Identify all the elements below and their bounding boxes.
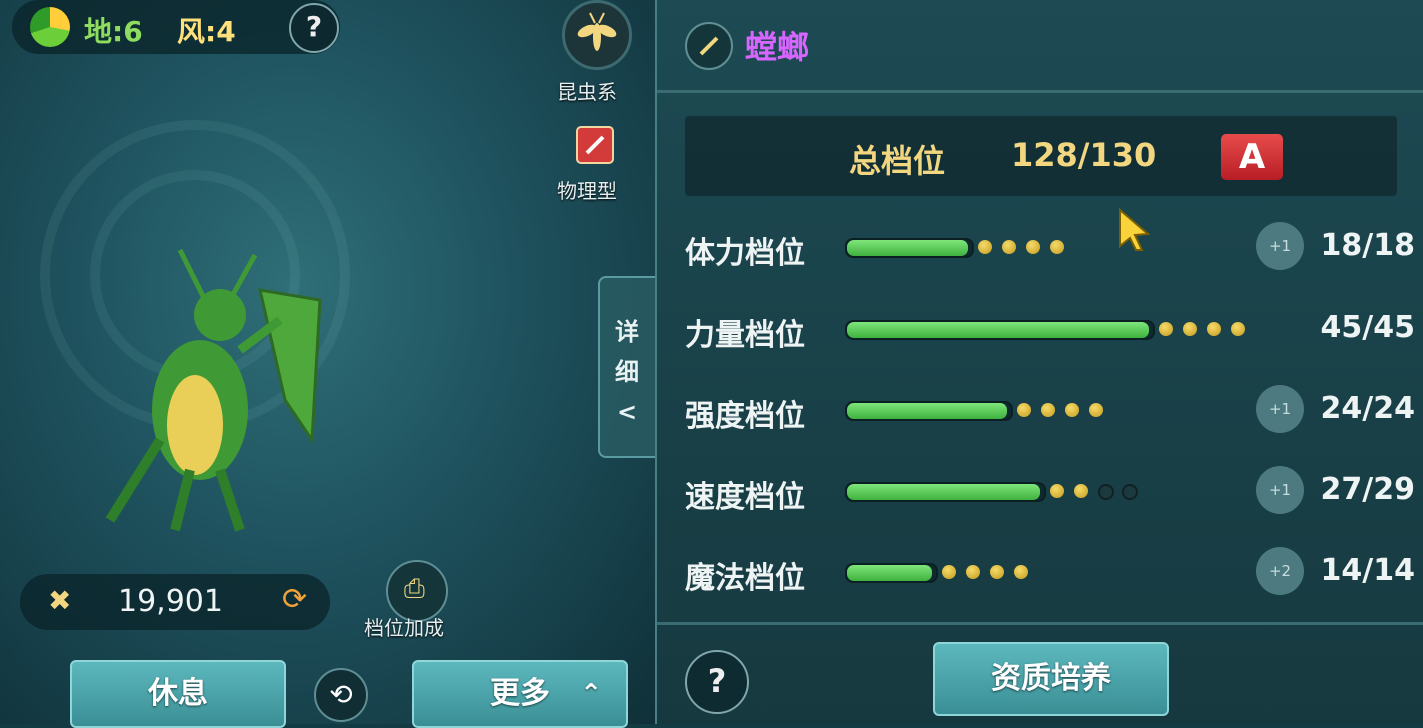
chevron-up-icon: ⌃: [580, 679, 602, 709]
pet-name: 螳螂: [745, 28, 810, 66]
insect-type-icon[interactable]: [562, 0, 632, 70]
stat-bar: [845, 482, 1046, 502]
stat-bonus-badge[interactable]: +1: [1256, 466, 1304, 514]
swords-icon: ✖: [48, 584, 72, 617]
more-button[interactable]: 更多 ⌃: [412, 660, 628, 728]
stat-value: 24/24: [1320, 391, 1415, 426]
stat-bonus-badge[interactable]: +1: [1256, 385, 1304, 433]
bonus-label: 档位加成: [364, 616, 444, 640]
swap-icon[interactable]: ⟲: [314, 668, 368, 722]
stat-row: 体力档位 +1 18/18: [657, 218, 1423, 278]
stat-dot: [990, 565, 1004, 579]
export-icon: ⎙: [404, 574, 425, 604]
physical-type-icon[interactable]: [576, 126, 614, 164]
grade-badge: A: [1221, 134, 1283, 180]
stat-dot: [1026, 240, 1040, 254]
pet-header: 螳螂: [657, 0, 1423, 93]
stat-value: 27/29: [1320, 472, 1415, 507]
power-up-icon[interactable]: ⟳: [282, 582, 307, 617]
stat-bar: [845, 238, 974, 258]
stat-label: 体力档位: [685, 236, 805, 271]
element-attributes-bar: 地:6 风:4 ?: [12, 0, 340, 54]
element-orb-icon: [30, 7, 70, 47]
stat-label: 魔法档位: [685, 561, 805, 596]
stat-dot: [1098, 484, 1114, 500]
stat-dot: [1017, 403, 1031, 417]
stat-bar-fill: [847, 484, 1040, 500]
total-grade-value: 128/130: [1011, 136, 1157, 174]
stat-bonus-badge[interactable]: +2: [1256, 547, 1304, 595]
detail-tab-char-2: 细: [615, 358, 639, 386]
chevron-left-icon: <: [616, 398, 638, 426]
stat-dot: [1089, 403, 1103, 417]
mantis-pet-illustration: [105, 248, 322, 532]
stat-label: 力量档位: [685, 318, 805, 353]
stat-bar-fill: [847, 240, 968, 256]
stat-dot: [1065, 403, 1079, 417]
stat-bar: [845, 320, 1155, 340]
stat-row: 速度档位 +1 27/29: [657, 462, 1423, 522]
stat-bar: [845, 401, 1013, 421]
stat-bar-fill: [847, 403, 1007, 419]
stat-bonus-badge[interactable]: +1: [1256, 222, 1304, 270]
rename-button[interactable]: [685, 22, 733, 70]
element-help-button[interactable]: ?: [289, 3, 339, 53]
pencil-icon: [699, 36, 719, 56]
stat-dot: [1122, 484, 1138, 500]
stat-dot: [1183, 322, 1197, 336]
more-label: 更多: [490, 676, 550, 711]
detail-tab[interactable]: 详 细 <: [598, 276, 656, 458]
stat-value: 14/14: [1320, 553, 1415, 588]
stat-bar: [845, 563, 938, 583]
combat-power-value: 19,901: [118, 584, 223, 619]
rest-button[interactable]: 休息: [70, 660, 286, 728]
stat-dot: [1207, 322, 1221, 336]
aptitude-help-button[interactable]: ?: [685, 650, 749, 714]
cursor-arrow-icon: [1119, 208, 1151, 251]
stat-row: 强度档位 +1 24/24: [657, 381, 1423, 441]
attack-type-label: 物理型: [557, 179, 617, 203]
train-aptitude-button[interactable]: 资质培养: [933, 642, 1169, 716]
stat-value: 45/45: [1320, 310, 1415, 345]
stat-dot: [1050, 240, 1064, 254]
total-grade-box: 总档位 128/130 A: [685, 116, 1397, 196]
element-wind: 风:4: [177, 15, 236, 48]
stat-dot: [1074, 484, 1088, 498]
stat-label: 速度档位: [685, 480, 805, 515]
element-earth: 地:6: [84, 15, 143, 48]
aptitude-panel: 螳螂 总档位 128/130 A 体力档位 +1 18/18 力量档位 45/45 强度档…: [655, 0, 1423, 724]
stat-dot: [1002, 240, 1016, 254]
type-label: 昆虫系: [557, 80, 617, 104]
stat-row: 魔法档位 +2 14/14: [657, 543, 1423, 603]
stat-dot: [1050, 484, 1064, 498]
stat-dot: [1159, 322, 1173, 336]
stat-dot: [1041, 403, 1055, 417]
stat-bar-fill: [847, 565, 932, 581]
stat-dot: [942, 565, 956, 579]
detail-tab-char-1: 详: [615, 318, 639, 346]
divider: [657, 622, 1423, 625]
pet-overview-panel: 地:6 风:4 ? 昆虫系 物理型 详 细 < ✖ 19,901 ⟳ ⎙ 档位加…: [0, 0, 656, 728]
stat-bar-fill: [847, 322, 1149, 338]
total-grade-label: 总档位: [849, 142, 946, 180]
stat-value: 18/18: [1320, 228, 1415, 263]
stat-label: 强度档位: [685, 399, 805, 434]
stat-dot: [978, 240, 992, 254]
stat-dot: [1014, 565, 1028, 579]
stat-dot: [1231, 322, 1245, 336]
stat-dot: [966, 565, 980, 579]
stat-row: 力量档位 45/45: [657, 300, 1423, 360]
combat-power-bar: ✖ 19,901 ⟳: [20, 574, 330, 630]
